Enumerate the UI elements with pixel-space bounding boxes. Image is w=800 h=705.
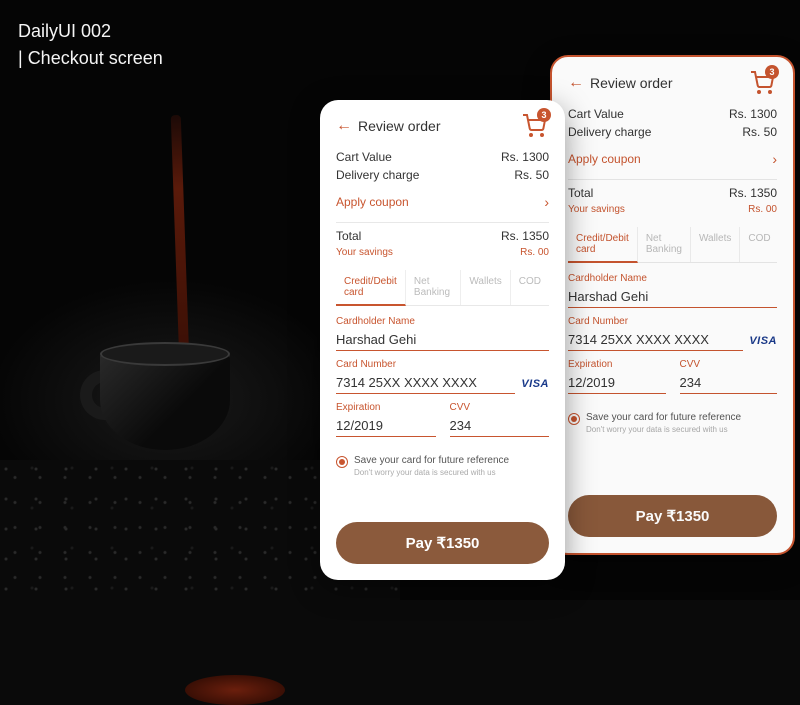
cardholder-name-label: Cardholder Name (336, 316, 549, 327)
expiration-input[interactable] (336, 415, 436, 437)
cvv-input[interactable] (450, 415, 550, 437)
pay-button[interactable]: Pay ₹1350 (568, 495, 777, 537)
savings-row: Your savingsRs. 00 (336, 245, 549, 260)
tab-wallets[interactable]: Wallets (691, 227, 740, 262)
checkout-card-background-copy: ← Review order 3 Cart ValueRs. 1300 Deli… (550, 55, 795, 555)
back-arrow-icon[interactable]: ← (568, 74, 584, 92)
coupon-label: Apply coupon (336, 195, 409, 209)
expiration-label: Expiration (336, 402, 436, 413)
save-card-radio[interactable] (336, 456, 348, 468)
tab-cod[interactable]: COD (511, 270, 549, 305)
tab-net-banking[interactable]: Net Banking (406, 270, 461, 305)
cardholder-name-input[interactable] (568, 286, 777, 308)
card-number-label: Card Number (336, 359, 515, 370)
divider (336, 222, 549, 223)
save-card-sublabel: Don't worry your data is secured with us (586, 425, 741, 434)
save-card-radio[interactable] (568, 413, 580, 425)
cart-badge: 3 (765, 65, 779, 79)
apply-coupon-row[interactable]: Apply coupon › (568, 141, 777, 175)
pay-button[interactable]: Pay ₹1350 (336, 522, 549, 564)
chevron-right-icon: › (544, 194, 549, 210)
save-card-sublabel: Don't worry your data is secured with us (354, 468, 509, 477)
coffee-pour-stream (171, 115, 190, 360)
save-card-row: Save your card for future reference Don'… (336, 455, 549, 477)
cart-icon[interactable]: 3 (749, 71, 777, 95)
checkout-card: ← Review order 3 Cart ValueRs. 1300 Deli… (320, 100, 565, 580)
payment-tabs: Credit/Debit card Net Banking Wallets CO… (568, 227, 777, 263)
visa-logo: VISA (749, 335, 777, 351)
page-title: DailyUI 002 Checkout screen (18, 18, 163, 72)
card-header: ← Review order 3 (336, 114, 549, 138)
back-arrow-icon[interactable]: ← (336, 117, 352, 135)
cart-value-row: Cart ValueRs. 1300 (336, 148, 549, 166)
cart-badge: 3 (537, 108, 551, 122)
expiration-input[interactable] (568, 372, 666, 394)
cvv-input[interactable] (680, 372, 778, 394)
tab-net-banking[interactable]: Net Banking (638, 227, 691, 262)
cvv-label: CVV (450, 402, 550, 413)
tab-wallets[interactable]: Wallets (461, 270, 510, 305)
cardholder-name-input[interactable] (336, 329, 549, 351)
title-line-2: Checkout screen (18, 45, 163, 72)
coffee-cup (80, 330, 260, 460)
title-line-1: DailyUI 002 (18, 18, 163, 45)
save-card-label: Save your card for future reference (354, 455, 509, 466)
delivery-row: Delivery chargeRs. 50 (336, 166, 549, 184)
header-title: Review order (590, 75, 672, 91)
apply-coupon-row[interactable]: Apply coupon › (336, 184, 549, 218)
cardholder-name-field: Cardholder Name (336, 316, 549, 351)
header-title: Review order (358, 118, 440, 134)
expiration-field: Expiration (336, 402, 436, 437)
cvv-field: CVV (450, 402, 550, 437)
tab-cod[interactable]: COD (740, 227, 778, 262)
chevron-right-icon: › (772, 151, 777, 167)
save-card-label: Save your card for future reference (586, 412, 741, 423)
tab-credit-debit[interactable]: Credit/Debit card (568, 227, 638, 263)
cart-icon[interactable]: 3 (521, 114, 549, 138)
total-row: TotalRs. 1350 (336, 227, 549, 245)
tab-credit-debit[interactable]: Credit/Debit card (336, 270, 406, 306)
visa-logo: VISA (521, 378, 549, 394)
card-number-field: Card Number (336, 359, 515, 394)
payment-tabs: Credit/Debit card Net Banking Wallets CO… (336, 270, 549, 306)
card-number-input[interactable] (336, 372, 515, 394)
card-number-input[interactable] (568, 329, 743, 351)
